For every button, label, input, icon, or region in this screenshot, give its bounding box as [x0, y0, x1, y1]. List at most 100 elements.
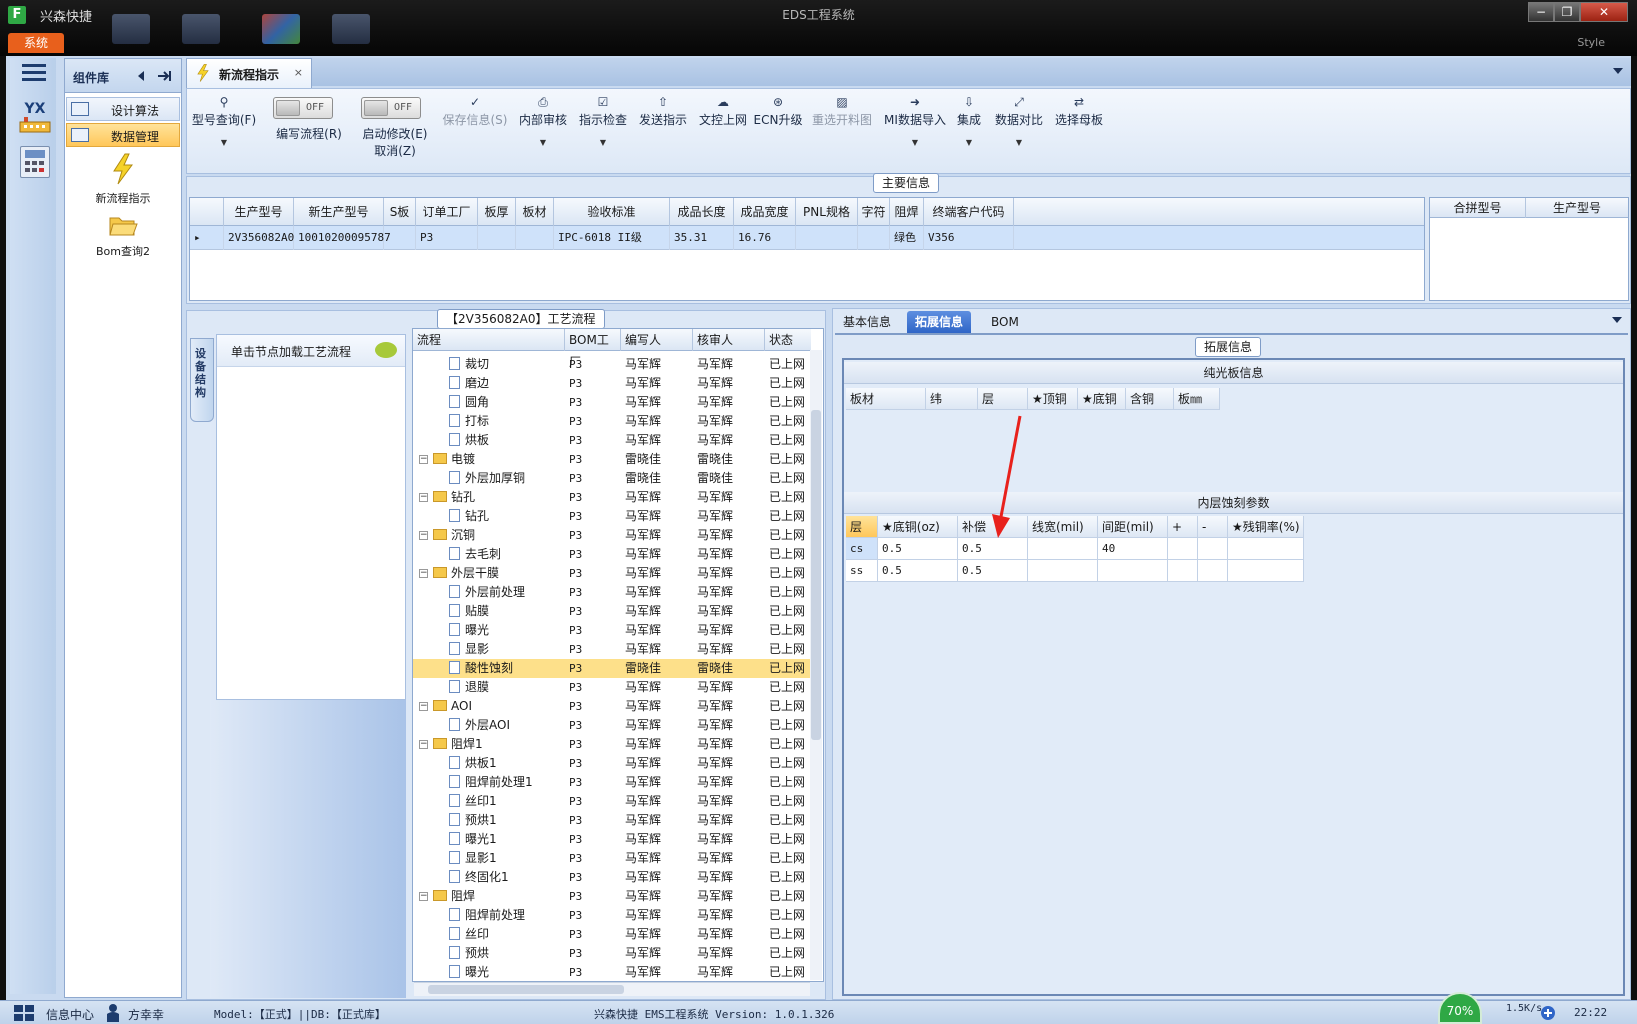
pin-icon[interactable] [157, 69, 173, 83]
tree-row[interactable]: 曝光 P3 马军辉 马军辉 已上网 [413, 621, 811, 640]
internal-review-button[interactable]: ⎙ 内部审核 ▼ [515, 95, 571, 147]
table-cell[interactable]: 0.5 [878, 538, 958, 560]
col-header[interactable]: S板 [384, 198, 416, 226]
tree-row[interactable]: 阻焊前处理 P3 马军辉 马军辉 已上网 [413, 906, 811, 925]
table-cell[interactable]: 16.76 [734, 226, 796, 250]
table-cell[interactable] [1098, 560, 1168, 582]
tree-row[interactable]: 预烘 P3 马军辉 马军辉 已上网 [413, 944, 811, 963]
table-cell[interactable]: 10010200095787 [294, 226, 391, 250]
table-cell[interactable] [516, 226, 554, 250]
col-header[interactable]: + [1168, 516, 1198, 538]
col-header[interactable]: 核审人 [693, 329, 765, 351]
tree-row[interactable]: 曝光1 P3 马军辉 马军辉 已上网 [413, 830, 811, 849]
table-cell[interactable]: 2V356082A0 [224, 226, 294, 250]
info-center-button[interactable]: 信息中心 [46, 1006, 94, 1023]
quick-access-2-icon[interactable] [182, 14, 220, 44]
table-cell[interactable]: 0.5 [958, 560, 1028, 582]
table-cell[interactable]: IPC-6018 II级 [554, 226, 670, 250]
tree-row[interactable]: AOI − P3 马军辉 马军辉 已上网 [413, 697, 811, 716]
col-header[interactable]: ★底铜(oz) [878, 516, 958, 538]
tree-row[interactable]: 钻孔 − P3 马军辉 马军辉 已上网 [413, 488, 811, 507]
close-window-button[interactable]: ✕ [1580, 2, 1628, 22]
col-header[interactable]: PNL规格 [796, 198, 858, 226]
collapse-node-icon[interactable]: − [419, 493, 428, 502]
table-cell[interactable] [1198, 560, 1228, 582]
col-header[interactable]: 状态 [765, 329, 811, 351]
tree-row[interactable]: 磨边 P3 马军辉 马军辉 已上网 [413, 374, 811, 393]
table-cell[interactable] [1168, 538, 1198, 560]
table-cell[interactable]: ss [846, 560, 878, 582]
table-cell[interactable]: 0.5 [878, 560, 958, 582]
collapse-node-icon[interactable]: − [419, 740, 428, 749]
restore-button[interactable]: ❐ [1554, 2, 1580, 22]
dropdown-arrow-icon[interactable]: ▼ [191, 138, 257, 147]
table-cell[interactable]: V356 [924, 226, 1014, 250]
tree-row[interactable]: 裁切 P3 马军辉 马军辉 已上网 [413, 355, 811, 374]
calculator-icon[interactable] [20, 146, 50, 178]
tree-row[interactable]: 沉铜 − P3 马军辉 马军辉 已上网 [413, 526, 811, 545]
tree-row[interactable]: 丝印 P3 马军辉 马军辉 已上网 [413, 925, 811, 944]
integrate-button[interactable]: ⇩ 集成 ▼ [953, 95, 985, 147]
col-header[interactable]: 含铜 [1126, 388, 1174, 410]
mi-data-import-button[interactable]: ➜ MI数据导入 ▼ [881, 95, 949, 147]
table-cell[interactable] [478, 226, 516, 250]
tree-row[interactable]: 退膜 P3 马军辉 马军辉 已上网 [413, 678, 811, 697]
collapse-node-icon[interactable]: − [419, 702, 428, 711]
tab-bom[interactable]: BOM [983, 311, 1027, 333]
tree-row[interactable]: 烘板 P3 马军辉 马军辉 已上网 [413, 431, 811, 450]
collapse-node-icon[interactable]: − [419, 892, 428, 901]
table-cell[interactable]: 35.31 [670, 226, 734, 250]
col-header[interactable]: 订单工厂 [416, 198, 478, 226]
tree-row[interactable]: 外层AOI P3 马军辉 马军辉 已上网 [413, 716, 811, 735]
col-header[interactable]: 阻焊 [890, 198, 924, 226]
tree-row[interactable]: 显影 P3 马军辉 马军辉 已上网 [413, 640, 811, 659]
model-query-button[interactable]: ⚲ 型号查询(F) ▼ [191, 95, 257, 147]
style-menu[interactable]: Style [1577, 36, 1605, 49]
table-cell[interactable]: 40 [1098, 538, 1168, 560]
scroll-thumb[interactable] [428, 985, 624, 994]
quick-access-4-icon[interactable] [332, 14, 370, 44]
table-cell[interactable] [1028, 538, 1098, 560]
table-cell[interactable] [1228, 560, 1304, 582]
col-header[interactable]: 字符 [858, 198, 890, 226]
save-info-button[interactable]: ✓ 保存信息(S) [439, 95, 511, 128]
col-header[interactable]: 编写人 [621, 329, 693, 351]
table-cell[interactable] [796, 226, 858, 250]
col-header[interactable]: 生产型号 [224, 198, 294, 226]
col-header[interactable]: 成品宽度 [734, 198, 796, 226]
tree-row[interactable]: 钻孔 P3 马军辉 马军辉 已上网 [413, 507, 811, 526]
collapse-node-icon[interactable]: − [419, 531, 428, 540]
col-header[interactable]: 生产型号 [1526, 198, 1628, 218]
tree-row[interactable]: 去毛刺 P3 马军辉 马军辉 已上网 [413, 545, 811, 564]
tab-equipment-structure[interactable]: 设备结构 [190, 338, 214, 422]
col-header[interactable]: 板材 [516, 198, 554, 226]
library-item-data-management[interactable]: 数据管理 [66, 123, 180, 147]
tree-row[interactable]: 外层加厚铜 P3 雷晓佳 雷晓佳 已上网 [413, 469, 811, 488]
col-header[interactable]: ★残铜率(%) [1228, 516, 1304, 538]
tree-row[interactable]: 电镀 − P3 雷晓佳 雷晓佳 已上网 [413, 450, 811, 469]
dropdown-arrow-icon[interactable]: ▼ [881, 138, 949, 147]
tree-row[interactable]: 圆角 P3 马军辉 马军辉 已上网 [413, 393, 811, 412]
process-node-list[interactable]: 单击节点加载工艺流程 [216, 334, 406, 700]
table-cell[interactable] [1228, 538, 1304, 560]
grid-menu-icon[interactable] [14, 1005, 36, 1021]
tab-new-process-instruction[interactable]: 新流程指示 × [186, 58, 312, 88]
table-cell[interactable]: cs [846, 538, 878, 560]
bom-query-tool[interactable]: Bom查询2 [66, 212, 180, 259]
col-header[interactable]: 板厚 [478, 198, 516, 226]
tree-row[interactable]: 外层前处理 P3 马军辉 马军辉 已上网 [413, 583, 811, 602]
tab-dropdown-icon[interactable] [1612, 317, 1622, 325]
tree-row[interactable]: 显影1 P3 马军辉 马军辉 已上网 [413, 849, 811, 868]
col-header[interactable]: 流程 [413, 329, 565, 351]
col-header[interactable]: ★底铜 [1078, 388, 1126, 410]
collapse-node-icon[interactable]: − [419, 569, 428, 578]
col-header[interactable]: ★顶铜 [1028, 388, 1078, 410]
tree-row[interactable]: 曝光 P3 马军辉 马军辉 已上网 [413, 963, 811, 981]
library-item-design-algorithm[interactable]: 设计算法 [66, 97, 180, 121]
tree-row[interactable]: 贴膜 P3 马军辉 马军辉 已上网 [413, 602, 811, 621]
col-header[interactable]: 间距(mil) [1098, 516, 1168, 538]
col-header[interactable]: 新生产型号 [294, 198, 384, 226]
tree-row[interactable]: 终固化1 P3 马军辉 马军辉 已上网 [413, 868, 811, 887]
doc-control-online-button[interactable]: ☁ 文控上网 [695, 95, 751, 128]
add-icon[interactable] [1540, 1005, 1556, 1021]
